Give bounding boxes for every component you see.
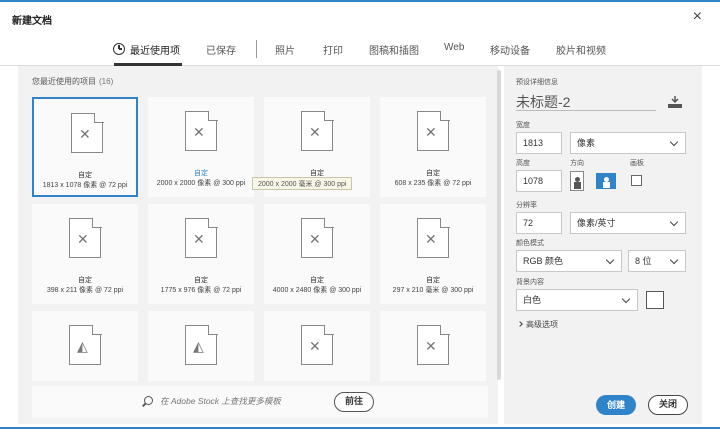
width-unit-select[interactable]: 像素 [570,132,686,154]
document-icon: ✕ [71,112,104,153]
recent-label-text: 您最近使用的项目 [32,77,96,86]
resolution-unit-select[interactable]: 像素/英寸 [570,212,686,234]
close-icon[interactable]: × [693,8,702,26]
tab-photo[interactable]: 照片 [275,42,295,57]
preset-size: 297 x 210 毫米 @ 300 ppi [392,287,474,294]
background-color-swatch[interactable] [646,291,664,309]
preset-card[interactable]: ✕ [380,311,486,381]
preset-name: 自定 [78,172,92,179]
orientation-label: 方向 [570,160,584,167]
save-preset-icon[interactable] [668,96,682,108]
document-icon: ✕ [69,217,102,258]
bit-depth-select[interactable]: 8 位 [628,250,686,272]
width-label: 宽度 [516,122,530,129]
preset-name: 自定 [426,170,440,177]
tab-mobile[interactable]: 移动设备 [490,42,530,57]
shape-document-icon: ◭ [69,324,102,365]
artboard-label: 画板 [630,160,644,167]
tab-saved[interactable]: 已保存 [206,42,236,57]
category-tabs: 最近使用项 已保存 照片 打印 图稿和插图 Web 移动设备 胶片和视频 [0,34,720,66]
title-bar: 新建文档 × [0,2,720,34]
preset-name: 自定 [194,277,208,284]
dialog-title: 新建文档 [12,16,52,27]
tab-web[interactable]: Web [444,42,464,53]
clock-icon [113,43,125,55]
background-label: 背景内容 [516,279,544,286]
document-icon: ✕ [185,217,218,258]
preset-size: 1775 x 976 像素 @ 72 ppi [160,287,242,294]
preset-card[interactable]: ✕ 自定 1813 x 1078 像素 @ 72 ppi [32,97,138,197]
preset-size: 398 x 211 像素 @ 72 ppi [46,287,124,294]
tab-recent[interactable]: 最近使用项 [114,42,182,66]
bottom-accent-line [0,427,720,429]
tab-separator [256,40,257,58]
document-icon: ✕ [301,217,334,258]
landscape-orientation-icon[interactable] [596,173,616,189]
close-button[interactable]: 关闭 [648,395,688,415]
tab-film-video[interactable]: 胶片和视频 [556,42,606,57]
document-icon: ✕ [301,324,334,365]
preset-size: 4000 x 2480 像素 @ 300 ppi [272,287,362,294]
preset-card[interactable]: ◭ [148,311,254,381]
width-input[interactable]: 1813 [516,132,562,154]
preset-size-tooltip: 2000 x 2000 毫米 @ 300 ppi [252,177,353,190]
color-mode-select[interactable]: RGB 颜色 [516,250,622,272]
preset-card[interactable]: ✕ [264,311,370,381]
preset-card[interactable]: ✕ 自定 398 x 211 像素 @ 72 ppi [32,204,138,304]
tab-art-illustration[interactable]: 图稿和插图 [369,42,419,57]
preset-name: 自定 [78,277,92,284]
advanced-options-toggle[interactable]: 高级选项 [517,319,558,330]
recent-count: (16) [99,77,114,86]
document-name-input[interactable] [516,94,656,111]
portrait-orientation-icon[interactable] [570,171,584,191]
tab-print[interactable]: 打印 [323,42,343,57]
document-icon: ✕ [301,110,334,151]
document-icon: ✕ [185,110,218,151]
preset-card[interactable]: ✕ 自定 608 x 235 像素 @ 72 ppi [380,97,486,197]
preset-name: 自定 [310,277,324,284]
height-input[interactable]: 1078 [516,170,562,192]
preset-card[interactable]: ✕ 自定 297 x 210 毫米 @ 300 ppi [380,204,486,304]
adobe-stock-search-bar: 前往 [32,386,488,418]
preset-card[interactable]: ✕ 自定 1775 x 976 像素 @ 72 ppi [148,204,254,304]
shape-document-icon: ◭ [185,324,218,365]
go-button[interactable]: 前往 [334,392,374,412]
resolution-input[interactable]: 72 [516,212,562,234]
stock-search-input[interactable] [160,396,330,406]
preset-size: 2000 x 2000 像素 @ 300 ppi [156,180,246,187]
height-label: 高度 [516,160,530,167]
scrollbar[interactable] [497,70,501,380]
document-icon: ✕ [417,324,450,365]
preset-name: 自定 [426,277,440,284]
preset-size: 608 x 235 像素 @ 72 ppi [394,180,472,187]
background-select[interactable]: 白色 [516,289,638,311]
color-mode-label: 颜色模式 [516,240,544,247]
preset-card[interactable]: ✕ 自定 4000 x 2480 像素 @ 300 ppi [264,204,370,304]
recent-section-label: 您最近使用的项目 (16) [32,76,113,87]
preset-card[interactable]: ◭ [32,311,138,381]
chevron-right-icon [517,321,523,327]
search-icon [144,396,153,405]
create-button[interactable]: 创建 [596,395,636,415]
preset-size: 1813 x 1078 像素 @ 72 ppi [42,182,128,189]
preset-name: 自定 [194,170,208,177]
document-icon: ✕ [417,110,450,151]
resolution-label: 分辨率 [516,202,537,209]
document-icon: ✕ [417,217,450,258]
advanced-options-label: 高级选项 [526,320,558,329]
preset-card[interactable]: ✕ 自定 2000 x 2000 像素 @ 300 ppi [148,97,254,197]
preset-details-label: 预设详细信息 [516,79,558,86]
artboard-checkbox[interactable] [631,175,642,186]
